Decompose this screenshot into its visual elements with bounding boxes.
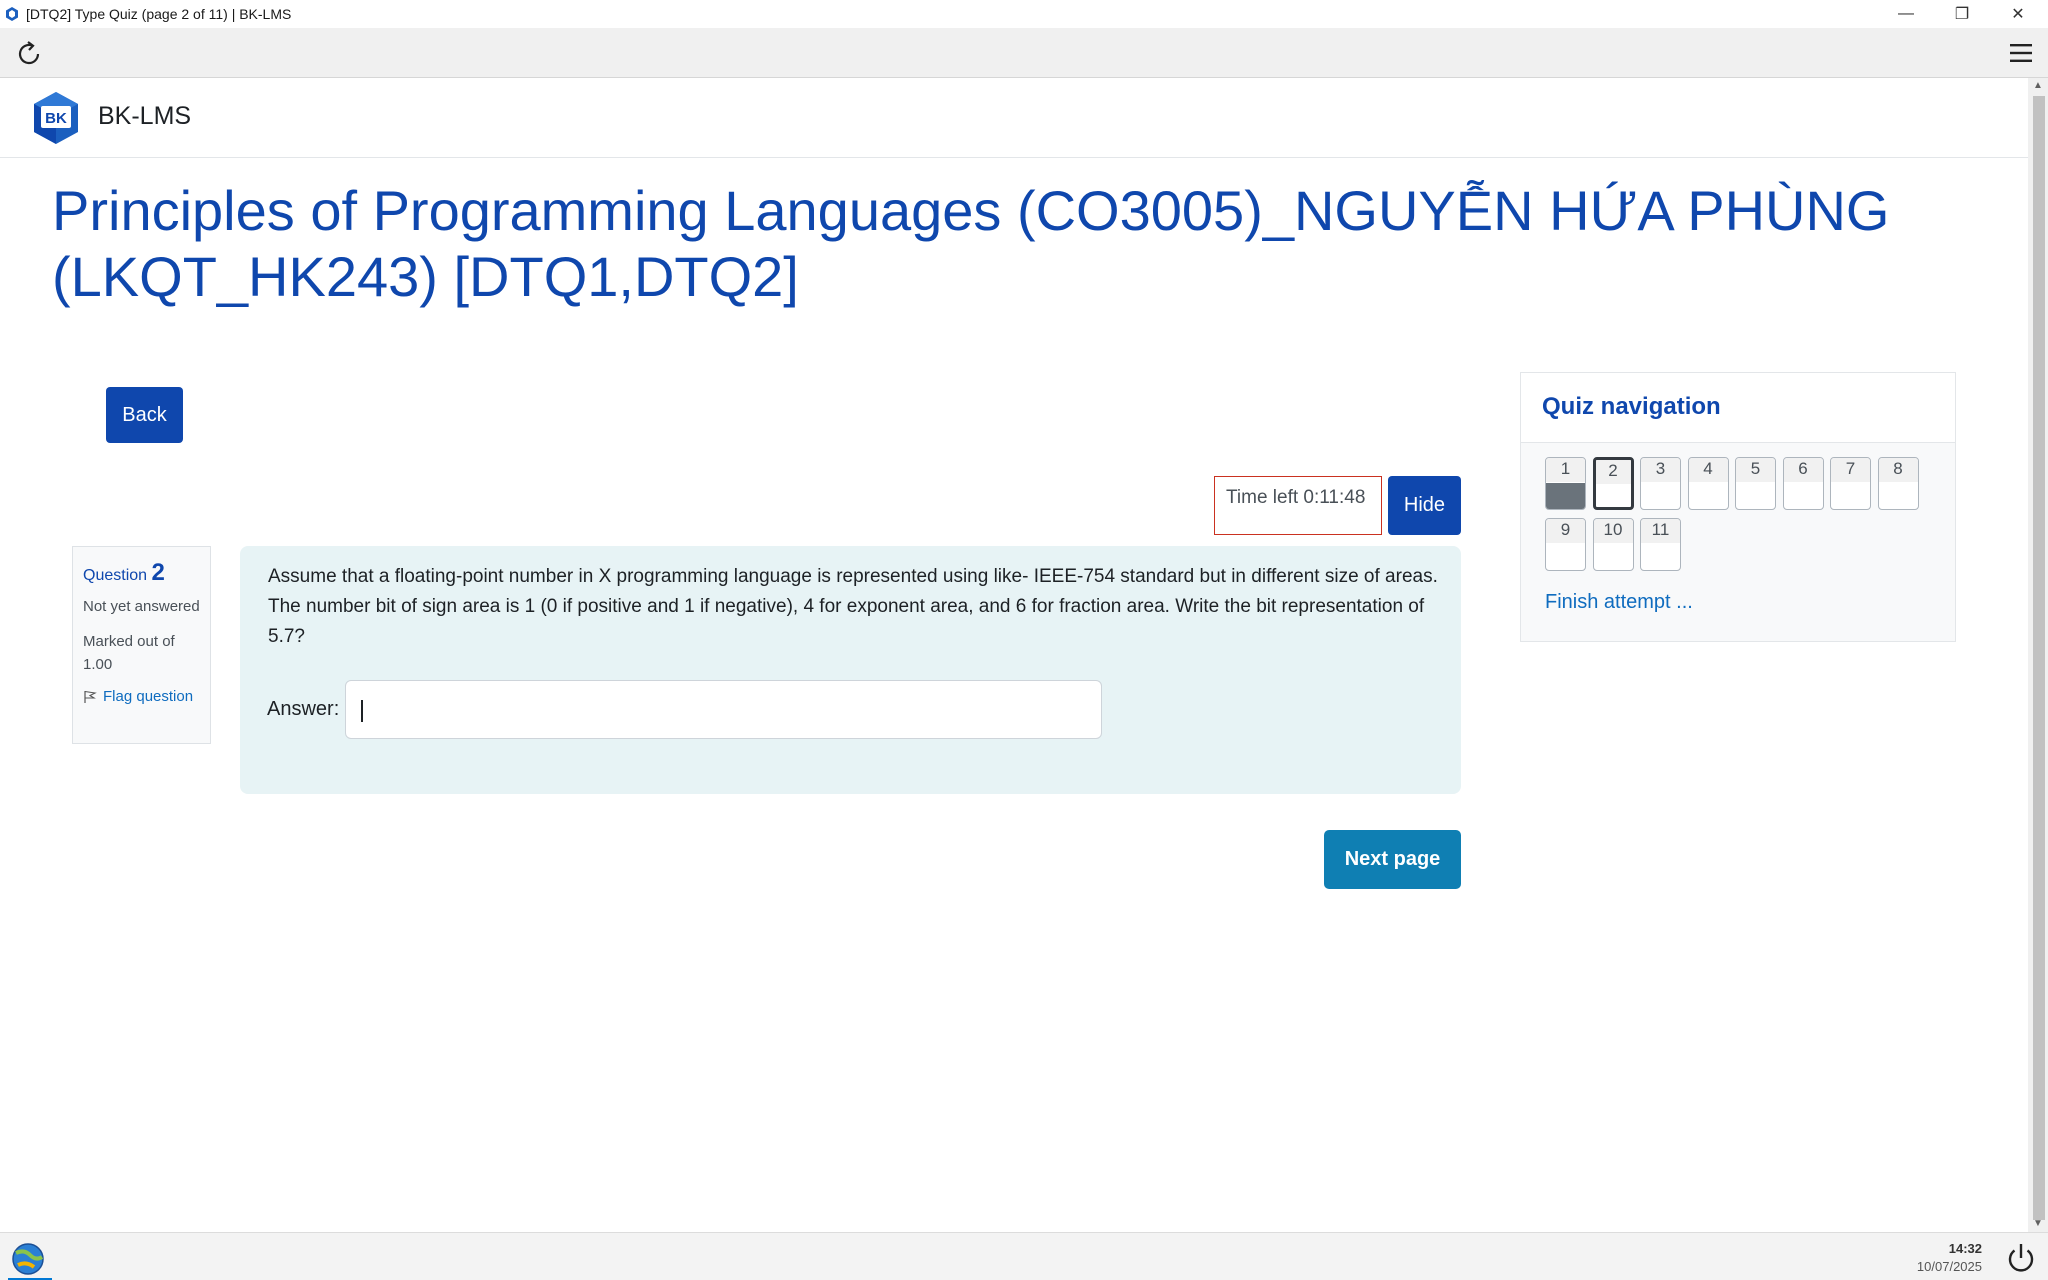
scroll-up-arrow-icon[interactable]: ▲ bbox=[2032, 80, 2044, 92]
safe-exam-browser-icon[interactable] bbox=[6, 1239, 52, 1279]
site-name[interactable]: BK-LMS bbox=[98, 102, 191, 131]
question-text: Assume that a floating-point number in X… bbox=[268, 566, 1438, 647]
quiz-nav-button-label: 3 bbox=[1641, 458, 1680, 482]
quiz-nav-button-label: 11 bbox=[1641, 519, 1680, 543]
quiz-nav-button-label: 8 bbox=[1878, 458, 1918, 482]
quiz-nav-button-6[interactable]: 6 bbox=[1782, 457, 1824, 510]
scroll-down-arrow-icon[interactable]: ▼ bbox=[2032, 1218, 2044, 1230]
question-number-value: 2 bbox=[151, 559, 165, 586]
taskbar-clock[interactable]: 14:32 10/07/2025 bbox=[1917, 1240, 1982, 1276]
close-window-button[interactable]: ✕ bbox=[1990, 0, 2046, 28]
question-content: Assume that a floating-point number in X… bbox=[240, 546, 1461, 794]
question-grade: Marked out of 1.00 bbox=[83, 633, 175, 673]
answer-input[interactable] bbox=[345, 680, 1103, 739]
quiz-nav-button-label: 1 bbox=[1546, 458, 1585, 482]
quiz-nav-button-label: 7 bbox=[1831, 458, 1870, 482]
answered-indicator bbox=[1546, 483, 1585, 509]
quiz-nav-button-4[interactable]: 4 bbox=[1687, 457, 1729, 510]
next-page-button[interactable]: Next page bbox=[1324, 830, 1461, 889]
reload-icon[interactable] bbox=[14, 39, 44, 69]
window-title: [DTQ2] Type Quiz (page 2 of 11) | BK-LMS bbox=[26, 6, 292, 22]
quiz-nav-button-label: 9 bbox=[1546, 519, 1585, 543]
page-title: Principles of Programming Languages (CO3… bbox=[52, 179, 1890, 308]
answer-row: Answer: bbox=[267, 680, 1103, 739]
app-logo-icon bbox=[6, 7, 18, 21]
clock-date: 10/07/2025 bbox=[1916, 1259, 1982, 1274]
quiz-nav-button-11[interactable]: 11 bbox=[1640, 518, 1681, 571]
page-scrollbar[interactable]: ▲ ▼ bbox=[2028, 78, 2048, 1232]
restore-button[interactable]: ❐ bbox=[1934, 0, 1990, 28]
quiz-nav-button-label: 6 bbox=[1783, 458, 1823, 482]
scrollbar-thumb[interactable] bbox=[2033, 96, 2045, 1220]
question-info-panel: Question 2 Not yet answered Marked out o… bbox=[72, 546, 211, 744]
power-icon[interactable] bbox=[2004, 1241, 2038, 1275]
question-number: Question 2 bbox=[83, 559, 200, 587]
quiz-nav-button-9[interactable]: 9 bbox=[1545, 518, 1586, 571]
flag-icon bbox=[84, 690, 97, 703]
flag-question-label: Flag question bbox=[103, 688, 194, 705]
taskbar: 14:32 10/07/2025 bbox=[0, 1232, 2048, 1280]
question-label: Question bbox=[83, 567, 148, 584]
quiz-nav-button-2[interactable]: 2 bbox=[1592, 457, 1634, 510]
browser-toolbar bbox=[0, 28, 2048, 78]
logo-text: BK bbox=[45, 110, 67, 127]
quiz-nav-button-label: 5 bbox=[1736, 458, 1775, 482]
back-button[interactable]: Back bbox=[106, 387, 183, 443]
quiz-timer: Time left 0:11:48 bbox=[1214, 476, 1382, 535]
quiz-nav-button-10[interactable]: 10 bbox=[1592, 518, 1634, 571]
quiz-nav-button-label: 4 bbox=[1688, 458, 1728, 482]
quiz-nav-button-1[interactable]: 1 bbox=[1545, 457, 1586, 510]
flag-question-link[interactable]: Flag question bbox=[83, 688, 200, 705]
quiz-navigation-block: Quiz navigation 1 2 3 4 5 6 7 8 9 10 11 Finish att… bbox=[1520, 372, 1956, 642]
clock-time: 14:32 bbox=[1948, 1241, 1982, 1256]
text-caret bbox=[361, 700, 364, 722]
quiz-nav-button-5[interactable]: 5 bbox=[1735, 457, 1776, 510]
quiz-nav-button-8[interactable]: 8 bbox=[1877, 457, 1919, 510]
hide-timer-button[interactable]: Hide bbox=[1388, 476, 1461, 535]
answer-label: Answer: bbox=[267, 698, 340, 720]
quiz-nav-button-label: 10 bbox=[1593, 519, 1633, 543]
quiz-navigation-title: Quiz navigation bbox=[1521, 373, 1955, 443]
finish-attempt-link[interactable]: Finish attempt ... bbox=[1545, 591, 1693, 614]
quiz-nav-button-label: 2 bbox=[1595, 460, 1631, 484]
bk-logo[interactable]: BK bbox=[28, 90, 84, 146]
quiz-nav-button-7[interactable]: 7 bbox=[1830, 457, 1871, 510]
site-header: BK BK-LMS bbox=[0, 78, 2028, 158]
hamburger-menu-icon[interactable] bbox=[2008, 40, 2034, 66]
question-state: Not yet answered bbox=[83, 598, 200, 615]
window-titlebar: [DTQ2] Type Quiz (page 2 of 11) | BK-LMS bbox=[0, 0, 2048, 28]
quiz-nav-button-3[interactable]: 3 bbox=[1640, 457, 1681, 510]
minimize-button[interactable]: — bbox=[1878, 0, 1934, 28]
